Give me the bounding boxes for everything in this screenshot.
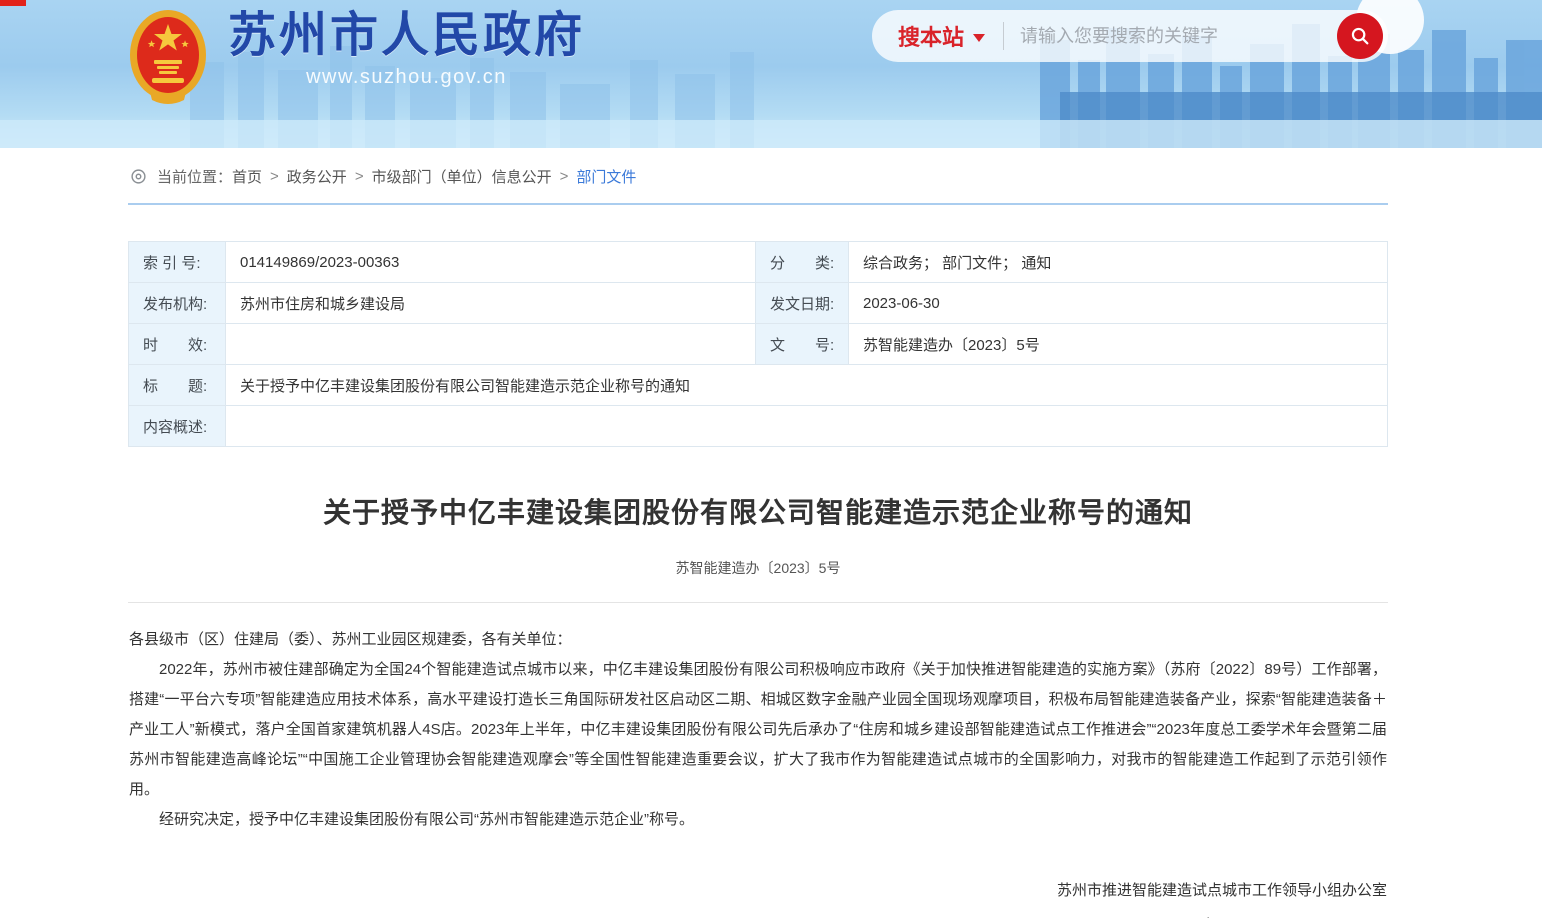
search-scope-dropdown[interactable]: 搜本站 [898,20,985,52]
breadcrumb-label: 当前位置： [157,166,232,187]
page: 苏州市人民政府 www.suzhou.gov.cn 搜本站 [0,0,1542,918]
article-doc-number: 苏智能建造办〔2023〕5号 [128,558,1388,578]
search-bar: 搜本站 [872,10,1388,62]
category-label: 分 类: [756,242,849,283]
article-body: 各县级市（区）住建局（委）、苏州工业园区规建委，各有关单位： 2022年，苏州市… [128,625,1388,918]
search-input[interactable] [1020,26,1329,47]
site-url: www.suzhou.gov.cn [228,66,585,89]
article-salutation: 各县级市（区）住建局（委）、苏州工业园区规建委，各有关单位： [129,625,1387,655]
summary-label: 内容概述: [129,406,226,447]
table-row: 发布机构: 苏州市住房和城乡建设局 发文日期: 2023-06-30 [129,283,1388,324]
validity-value [226,324,756,365]
search-icon [1349,25,1371,47]
doc-number-label: 文 号: [756,324,849,365]
breadcrumb-separator: > [355,168,364,185]
article-paragraph: 2022年，苏州市被住建部确定为全国24个智能建造试点城市以来，中亿丰建设集团股… [129,655,1387,805]
site-header: 苏州市人民政府 www.suzhou.gov.cn 搜本站 [0,0,1542,148]
issue-date-value: 2023-06-30 [849,283,1388,324]
breadcrumb-separator: > [560,168,569,185]
issuing-agency-label: 发布机构: [129,283,226,324]
breadcrumb-separator: > [270,168,279,185]
breadcrumb-home[interactable]: 首页 [232,166,262,187]
site-title-block: 苏州市人民政府 www.suzhou.gov.cn [228,6,585,89]
article-paragraph: 经研究决定，授予中亿丰建设集团股份有限公司“苏州市智能建造示范企业”称号。 [129,805,1387,835]
search-scope-label: 搜本站 [898,20,964,52]
signature-org: 苏州市推进智能建造试点城市工作领导小组办公室 [1057,873,1387,908]
table-row: 标 题: 关于授予中亿丰建设集团股份有限公司智能建造示范企业称号的通知 [129,365,1388,406]
category-value: 综合政务； 部门文件； 通知 [849,242,1388,283]
article-divider [128,602,1388,603]
chevron-down-icon [973,34,985,42]
signature-date: 2023年6月29日 [1057,908,1387,918]
document-meta-table: 索 引 号: 014149869/2023-00363 分 类: 综合政务； 部… [128,241,1388,447]
breadcrumb-govinfo[interactable]: 政务公开 [287,166,347,187]
index-number-value: 014149869/2023-00363 [226,242,756,283]
breadcrumb-department-files[interactable]: 部门文件 [576,166,636,187]
validity-label: 时 效: [129,324,226,365]
issue-date-label: 发文日期: [756,283,849,324]
doc-number-value: 苏智能建造办〔2023〕5号 [849,324,1388,365]
title-value: 关于授予中亿丰建设集团股份有限公司智能建造示范企业称号的通知 [226,365,1388,406]
search-button[interactable] [1337,13,1383,59]
national-emblem-logo [128,8,208,110]
breadcrumb-department-disclosure[interactable]: 市级部门（单位）信息公开 [372,166,552,187]
site-title: 苏州市人民政府 [228,8,585,63]
index-number-label: 索 引 号: [129,242,226,283]
breadcrumb-underline [128,203,1388,205]
document-content: 索 引 号: 014149869/2023-00363 分 类: 综合政务； 部… [128,241,1388,918]
page-title: 关于授予中亿丰建设集团股份有限公司智能建造示范企业称号的通知 [128,491,1388,531]
signature-block: 苏州市推进智能建造试点城市工作领导小组办公室 2023年6月29日 [1057,873,1387,918]
search-divider [1003,22,1004,50]
title-label: 标 题: [129,365,226,406]
location-pin-icon [130,168,147,185]
breadcrumb: 当前位置： 首页 > 政务公开 > 市级部门（单位）信息公开 > 部门文件 [130,166,1542,187]
summary-value [226,406,1388,447]
table-row: 索 引 号: 014149869/2023-00363 分 类: 综合政务； 部… [129,242,1388,283]
table-row: 时 效: 文 号: 苏智能建造办〔2023〕5号 [129,324,1388,365]
issuing-agency-value: 苏州市住房和城乡建设局 [226,283,756,324]
table-row: 内容概述: [129,406,1388,447]
